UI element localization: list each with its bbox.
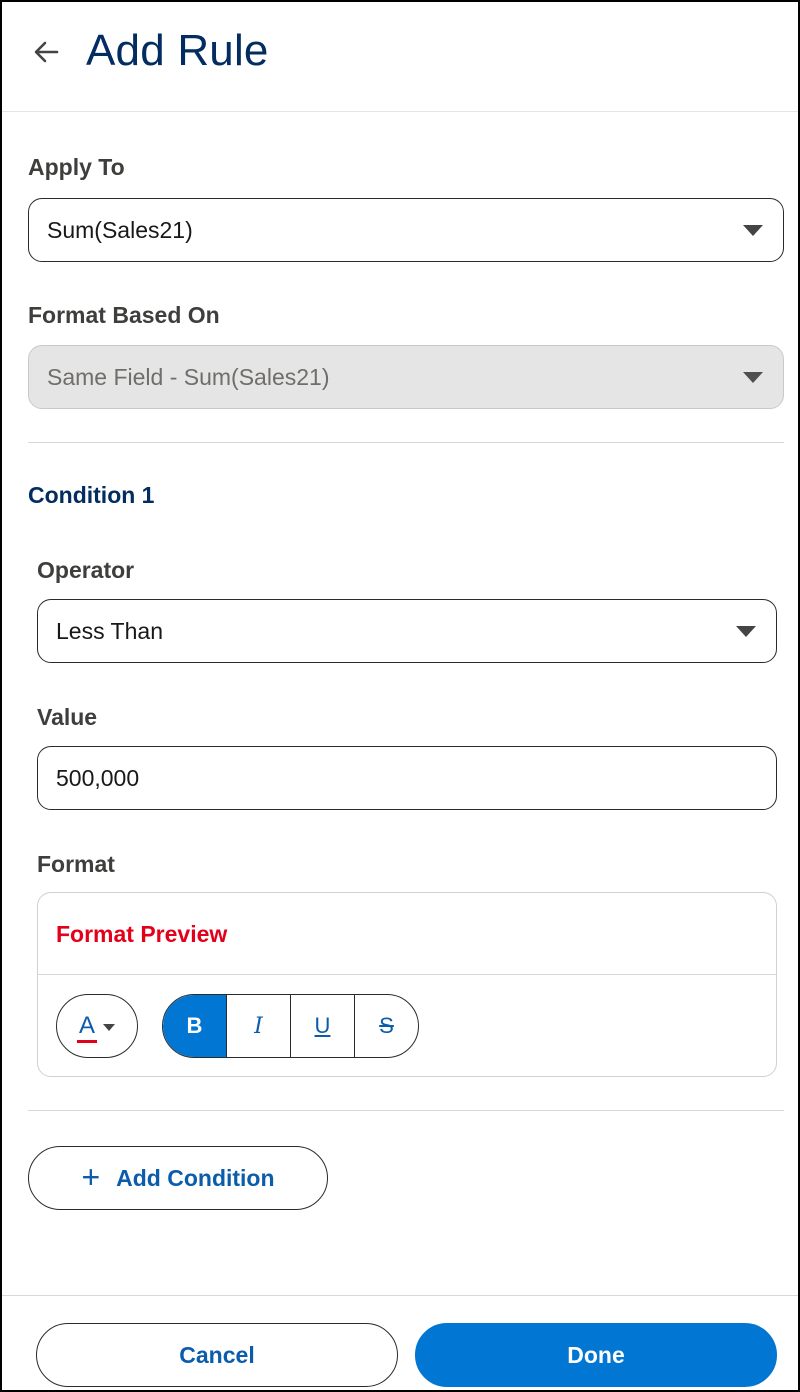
add-condition-button[interactable]: + Add Condition [28, 1146, 328, 1210]
operator-value: Less Than [56, 617, 163, 644]
italic-button[interactable]: I [226, 995, 290, 1057]
done-button[interactable]: Done [415, 1323, 777, 1387]
format-based-on-label: Format Based On [28, 302, 220, 328]
back-button[interactable] [26, 32, 66, 72]
page-title: Add Rule [86, 26, 269, 75]
apply-to-select[interactable]: Sum(Sales21) [28, 198, 784, 262]
format-box: Format Preview A B I U S [37, 892, 777, 1077]
bold-button[interactable]: B [163, 995, 226, 1057]
caret-down-icon [103, 1023, 115, 1031]
text-color-button[interactable]: A [56, 994, 138, 1058]
apply-to-value: Sum(Sales21) [47, 216, 193, 243]
arrow-left-icon [34, 41, 59, 63]
format-based-on-select: Same Field - Sum(Sales21) [28, 345, 784, 409]
strikethrough-button[interactable]: S [354, 995, 418, 1057]
caret-down-icon [743, 225, 763, 236]
caret-down-icon [743, 372, 763, 383]
operator-label: Operator [37, 557, 135, 583]
format-based-on-value: Same Field - Sum(Sales21) [47, 363, 330, 390]
format-divider [38, 974, 776, 975]
value-input[interactable] [37, 746, 777, 810]
text-color-icon: A [76, 1012, 98, 1043]
bold-icon: B [186, 1013, 203, 1038]
caret-down-icon [736, 626, 756, 637]
section-divider [28, 1110, 784, 1111]
add-condition-label: Add Condition [116, 1164, 275, 1191]
operator-select[interactable]: Less Than [37, 599, 777, 663]
apply-to-label: Apply To [28, 154, 125, 180]
value-label: Value [37, 704, 98, 730]
add-rule-panel: Add Rule Apply To Sum(Sales21) Format Ba… [0, 0, 800, 1392]
text-style-group: B I U S [162, 994, 419, 1058]
strikethrough-icon: S [379, 1013, 394, 1038]
condition-title: Condition 1 [28, 482, 155, 508]
panel-footer: Cancel Done [2, 1295, 798, 1390]
cancel-button[interactable]: Cancel [36, 1323, 398, 1387]
format-preview: Format Preview [56, 921, 228, 947]
italic-icon: I [254, 1013, 263, 1039]
panel-header: Add Rule [2, 2, 798, 112]
underline-icon: U [314, 1013, 331, 1038]
underline-button[interactable]: U [290, 995, 354, 1057]
plus-icon: + [81, 1158, 101, 1195]
format-label: Format [37, 851, 115, 877]
section-divider [28, 442, 784, 443]
